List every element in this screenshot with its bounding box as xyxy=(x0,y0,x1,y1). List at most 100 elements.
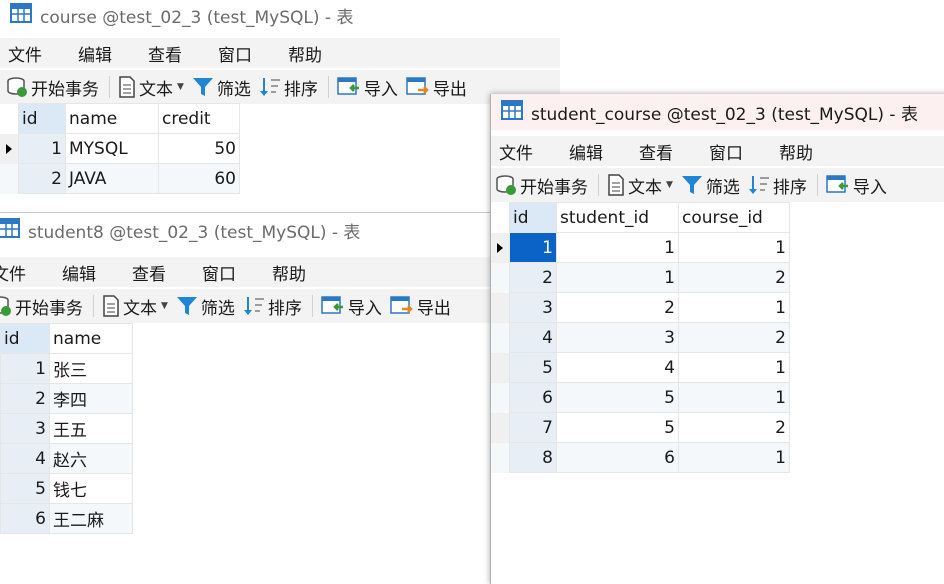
cell-course-id[interactable]: 1 xyxy=(678,292,790,323)
cell-student-id[interactable]: 5 xyxy=(556,382,679,413)
cell-name[interactable]: 李四 xyxy=(49,383,133,414)
menu-help[interactable]: 帮助 xyxy=(272,260,306,285)
cell-id[interactable]: 4 xyxy=(0,443,50,474)
menu-file[interactable]: 文件 xyxy=(0,260,26,285)
cell-id[interactable]: 8 xyxy=(509,442,557,473)
cell-id[interactable]: 1 xyxy=(18,133,66,164)
cell-student-id[interactable]: 4 xyxy=(556,352,679,383)
filter-button[interactable]: 筛选 xyxy=(681,173,740,198)
sort-button[interactable]: 排序 xyxy=(243,294,302,319)
import-button[interactable]: 导入 xyxy=(337,75,398,100)
menu-window[interactable]: 窗口 xyxy=(218,41,252,66)
column-header-credit[interactable]: credit xyxy=(158,103,240,134)
cell-course-id[interactable]: 2 xyxy=(678,262,790,293)
table-row[interactable]: 6 5 1 xyxy=(491,382,790,413)
cell-student-id[interactable]: 1 xyxy=(556,262,679,293)
sort-button[interactable]: 排序 xyxy=(259,75,318,100)
table-row[interactable]: 4 赵六 xyxy=(0,443,133,474)
cell-id[interactable]: 2 xyxy=(18,163,66,194)
column-header-id[interactable]: id xyxy=(0,323,50,354)
cell-id[interactable]: 5 xyxy=(0,473,50,504)
import-button[interactable]: 导入 xyxy=(321,294,382,319)
menu-help[interactable]: 帮助 xyxy=(779,139,813,164)
table-row[interactable]: 2 李四 xyxy=(0,383,133,414)
table-row[interactable]: 1 MYSQL 50 xyxy=(0,133,240,164)
cell-student-id[interactable]: 1 xyxy=(556,232,679,263)
text-button[interactable]: 文本 ▼ xyxy=(607,173,673,198)
cell-student-id[interactable]: 5 xyxy=(556,412,679,443)
menu-help[interactable]: 帮助 xyxy=(288,41,322,66)
course-titlebar[interactable]: course @test_02_3 (test_MySQL) - 表 xyxy=(0,0,560,30)
cell-id[interactable]: 5 xyxy=(509,352,557,383)
column-header-name[interactable]: name xyxy=(65,103,159,134)
cell-course-id[interactable]: 2 xyxy=(678,412,790,443)
column-header-name[interactable]: name xyxy=(49,323,133,354)
table-row[interactable]: 4 3 2 xyxy=(491,322,790,353)
menu-edit[interactable]: 编辑 xyxy=(569,139,603,164)
column-header-id[interactable]: id xyxy=(509,202,557,233)
cell-id[interactable]: 6 xyxy=(509,382,557,413)
cell-name[interactable]: 张三 xyxy=(49,353,133,384)
cell-id[interactable]: 3 xyxy=(0,413,50,444)
table-row[interactable]: 3 王五 xyxy=(0,413,133,444)
table-row[interactable]: 1 张三 xyxy=(0,353,133,384)
student-course-titlebar[interactable]: student_course @test_02_3 (test_MySQL) -… xyxy=(491,94,944,130)
cell-credit[interactable]: 60 xyxy=(158,163,240,194)
menu-view[interactable]: 查看 xyxy=(132,260,166,285)
menu-file[interactable]: 文件 xyxy=(8,41,42,66)
cell-id[interactable]: 6 xyxy=(0,503,50,534)
column-header-course-id[interactable]: course_id xyxy=(678,202,790,233)
export-button[interactable]: 导出 xyxy=(390,294,451,319)
filter-button[interactable]: 筛选 xyxy=(192,75,251,100)
cell-name[interactable]: 王五 xyxy=(49,413,133,444)
menu-file[interactable]: 文件 xyxy=(499,139,533,164)
cell-id[interactable]: 2 xyxy=(509,262,557,293)
table-row[interactable]: 7 5 2 xyxy=(491,412,790,443)
filter-button[interactable]: 筛选 xyxy=(176,294,235,319)
begin-transaction-button[interactable]: 开始事务 xyxy=(6,75,99,100)
cell-name[interactable]: 钱七 xyxy=(49,473,133,504)
cell-course-id[interactable]: 1 xyxy=(678,382,790,413)
table-row[interactable]: 8 6 1 xyxy=(491,442,790,473)
menu-edit[interactable]: 编辑 xyxy=(62,260,96,285)
cell-student-id[interactable]: 6 xyxy=(556,442,679,473)
cell-name[interactable]: JAVA xyxy=(65,163,159,194)
cell-id[interactable]: 1 xyxy=(0,353,50,384)
table-row[interactable]: 5 钱七 xyxy=(0,473,133,504)
table-row[interactable]: 2 JAVA 60 xyxy=(0,163,240,194)
cell-name[interactable]: MYSQL xyxy=(65,133,159,164)
table-row[interactable]: 6 王二麻 xyxy=(0,503,133,534)
student8-titlebar[interactable]: student8 @test_02_3 (test_MySQL) - 表 xyxy=(0,213,494,247)
text-button[interactable]: 文本 ▼ xyxy=(102,294,168,319)
sort-button[interactable]: 排序 xyxy=(748,173,807,198)
table-row[interactable]: 3 2 1 xyxy=(491,292,790,323)
table-row[interactable]: 5 4 1 xyxy=(491,352,790,383)
menu-window[interactable]: 窗口 xyxy=(202,260,236,285)
cell-course-id[interactable]: 1 xyxy=(678,232,790,263)
begin-transaction-button[interactable]: 开始事务 xyxy=(495,173,588,198)
cell-course-id[interactable]: 1 xyxy=(678,442,790,473)
cell-student-id[interactable]: 3 xyxy=(556,322,679,353)
cell-name[interactable]: 王二麻 xyxy=(49,503,133,534)
menu-view[interactable]: 查看 xyxy=(148,41,182,66)
cell-name[interactable]: 赵六 xyxy=(49,443,133,474)
begin-transaction-button[interactable]: 开始事务 xyxy=(0,294,83,319)
menu-edit[interactable]: 编辑 xyxy=(78,41,112,66)
column-header-id[interactable]: id xyxy=(18,103,66,134)
column-header-student-id[interactable]: student_id xyxy=(556,202,679,233)
menu-window[interactable]: 窗口 xyxy=(709,139,743,164)
menu-view[interactable]: 查看 xyxy=(639,139,673,164)
cell-id-selected[interactable]: 1 xyxy=(509,232,557,263)
cell-course-id[interactable]: 2 xyxy=(678,322,790,353)
export-button[interactable]: 导出 xyxy=(406,75,467,100)
cell-credit[interactable]: 50 xyxy=(158,133,240,164)
cell-id[interactable]: 3 xyxy=(509,292,557,323)
text-button[interactable]: 文本 ▼ xyxy=(118,75,184,100)
cell-id[interactable]: 2 xyxy=(0,383,50,414)
cell-course-id[interactable]: 1 xyxy=(678,352,790,383)
table-row[interactable]: 2 1 2 xyxy=(491,262,790,293)
import-button[interactable]: 导入 xyxy=(826,173,887,198)
table-row[interactable]: 1 1 1 xyxy=(491,232,790,263)
cell-id[interactable]: 4 xyxy=(509,322,557,353)
cell-id[interactable]: 7 xyxy=(509,412,557,443)
